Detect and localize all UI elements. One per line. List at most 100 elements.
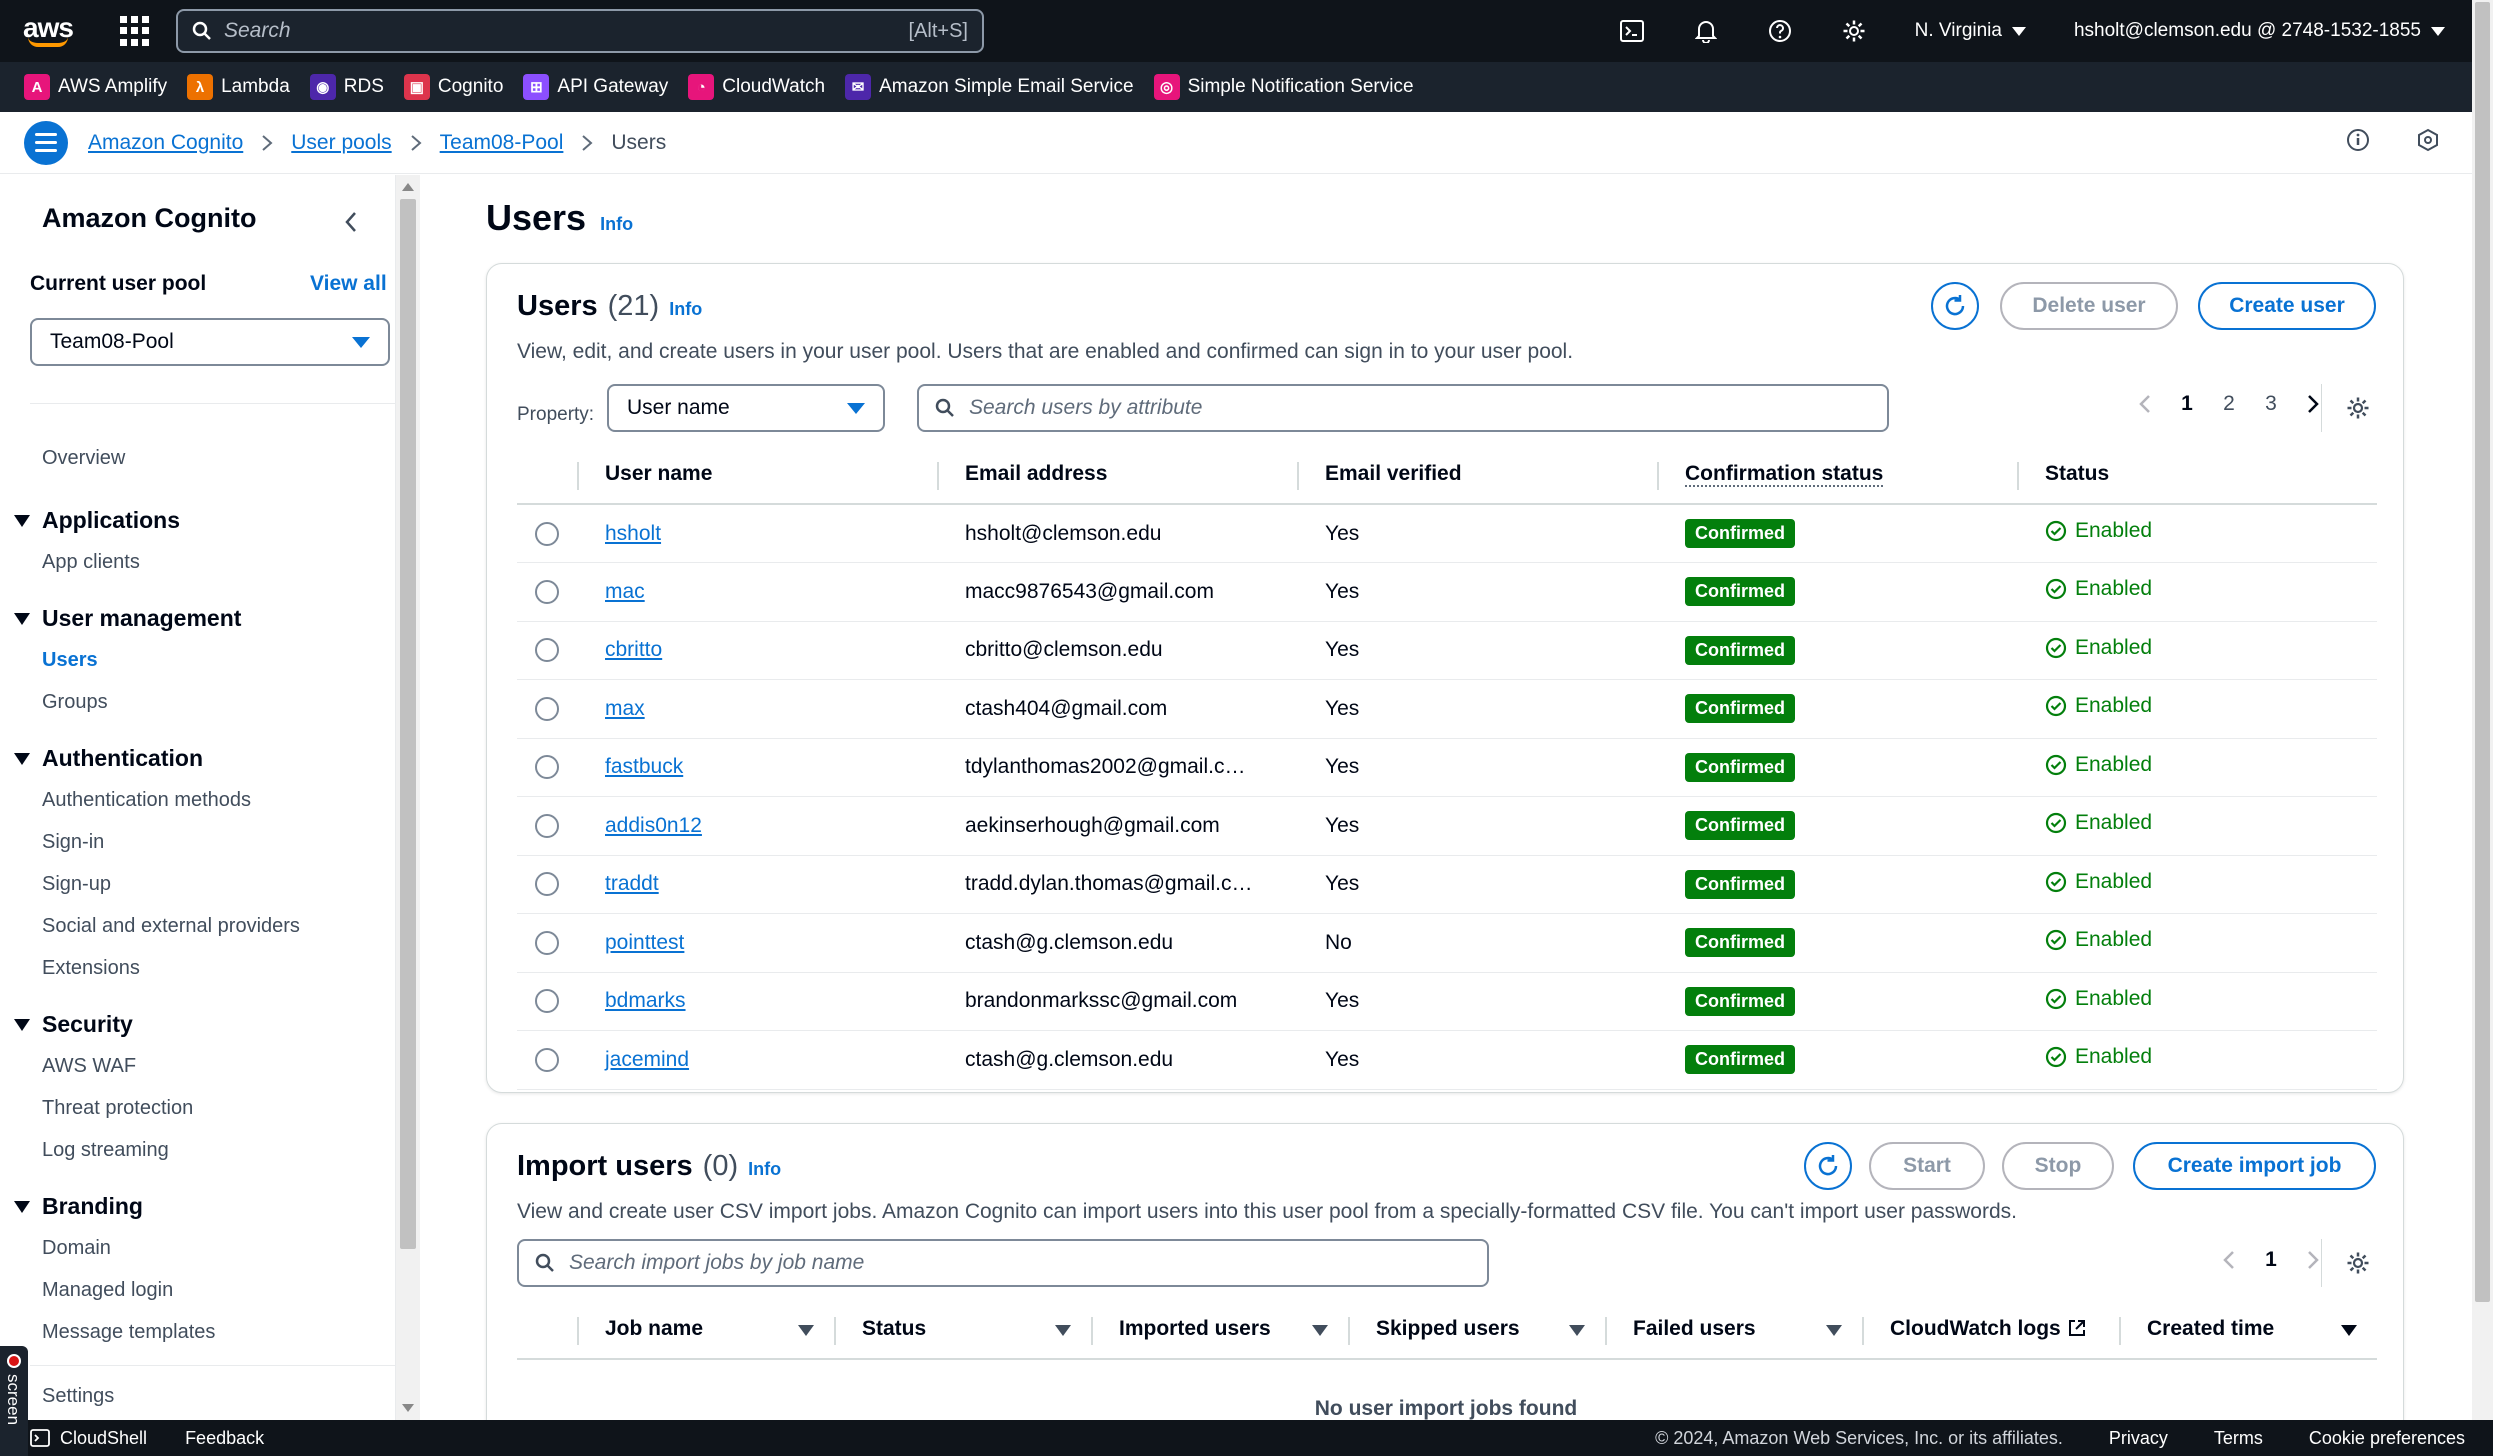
row-radio[interactable] (535, 989, 559, 1014)
sidebar-item-sign-up[interactable]: Sign-up (42, 873, 111, 896)
start-import-button[interactable]: Start (1869, 1142, 1985, 1190)
next-page-button[interactable] (2292, 394, 2334, 414)
username-link[interactable]: cbritto (605, 638, 662, 661)
sidebar-section-branding[interactable]: Branding (14, 1193, 143, 1220)
sidebar-section-user-management[interactable]: User management (14, 605, 241, 632)
username-link[interactable]: mac (605, 580, 645, 603)
table-row[interactable]: pointtest ctash@g.clemson.edu No Confirmed E… (517, 913, 2377, 973)
cookie-preferences-link[interactable]: Cookie preferences (2309, 1428, 2465, 1449)
favorite-api-gateway[interactable]: ⊞ API Gateway (523, 74, 668, 100)
favorite-simple-notification-service[interactable]: ◎ Simple Notification Service (1153, 74, 1414, 100)
favorite-lambda[interactable]: λ Lambda (187, 74, 290, 100)
sidebar-item-groups[interactable]: Groups (42, 691, 108, 714)
row-radio[interactable] (535, 813, 559, 838)
feedback-link[interactable]: Feedback (185, 1428, 264, 1449)
sidebar-item-message-templates[interactable]: Message templates (42, 1321, 215, 1344)
prev-page-button[interactable] (2208, 1250, 2250, 1270)
sidebar-item-threat-protection[interactable]: Threat protection (42, 1097, 193, 1120)
table-row[interactable]: fastbuck tdylanthomas2002@gmail.c… Yes Conf… (517, 738, 2377, 797)
username-link[interactable]: bdmarks (605, 989, 686, 1012)
column-header-job-name[interactable]: Job name (577, 1299, 834, 1360)
breadcrumb-user-pools[interactable]: User pools (291, 131, 391, 155)
breadcrumb-amazon-cognito[interactable]: Amazon Cognito (88, 131, 243, 155)
scrollbar-thumb[interactable] (400, 199, 416, 1249)
sidebar-item-extensions[interactable]: Extensions (42, 957, 140, 980)
column-header-email-verified[interactable]: Email verified (1297, 444, 1657, 505)
search-users-input[interactable]: Search users by attribute (917, 384, 1889, 432)
sidebar-section-security[interactable]: Security (14, 1011, 133, 1038)
cloudshell-button[interactable] (1595, 0, 1669, 62)
page-1-button[interactable]: 1 (2166, 392, 2208, 416)
table-row[interactable]: cbritto cbritto@clemson.edu Yes Confirmed En… (517, 621, 2377, 680)
account-menu[interactable]: hsholt@clemson.edu @ 2748-1532-1855 (2050, 20, 2493, 42)
favorite-aws-amplify[interactable]: A AWS Amplify (24, 74, 167, 100)
favorite-amazon-simple-email-service[interactable]: ✉ Amazon Simple Email Service (845, 74, 1134, 100)
next-page-button[interactable] (2292, 1250, 2334, 1270)
property-select[interactable]: User name (607, 384, 885, 432)
favorite-rds[interactable]: ◉ RDS (309, 74, 384, 100)
table-row[interactable]: traddt tradd.dylan.thomas@gmail.c… Yes Conf… (517, 855, 2377, 914)
username-link[interactable]: pointtest (605, 931, 684, 954)
info-panel-button[interactable] (2346, 128, 2370, 158)
row-radio[interactable] (535, 755, 559, 780)
sidebar-section-authentication[interactable]: Authentication (14, 745, 203, 772)
import-preferences-button[interactable] (2346, 1251, 2370, 1281)
username-link[interactable]: addis0n12 (605, 814, 702, 837)
sidebar-item-aws-waf[interactable]: AWS WAF (42, 1055, 136, 1078)
privacy-link[interactable]: Privacy (2109, 1428, 2168, 1449)
page-1-button[interactable]: 1 (2250, 1248, 2292, 1272)
scrollbar-thumb[interactable] (2475, 2, 2490, 1302)
row-radio[interactable] (535, 1047, 559, 1072)
stop-import-button[interactable]: Stop (2002, 1142, 2114, 1190)
collapse-sidebar-button[interactable] (344, 211, 358, 239)
table-row[interactable]: mac macc9876543@gmail.com Yes Confirmed Enab… (517, 562, 2377, 622)
row-radio[interactable] (535, 872, 559, 897)
column-header-status[interactable]: Status (2017, 444, 2377, 505)
column-header-username[interactable]: User name (577, 444, 937, 505)
page-info-link[interactable]: Info (600, 214, 633, 235)
table-row[interactable]: bdmarks brandonmarkssc@gmail.com Yes Confir… (517, 972, 2377, 1031)
page-3-button[interactable]: 3 (2250, 392, 2292, 416)
favorite-cognito[interactable]: ▣ Cognito (403, 74, 503, 100)
sidebar-item-log-streaming[interactable]: Log streaming (42, 1139, 169, 1162)
refresh-import-button[interactable] (1804, 1142, 1852, 1190)
username-link[interactable]: fastbuck (605, 755, 683, 778)
sidebar-item-domain[interactable]: Domain (42, 1237, 111, 1260)
table-row[interactable]: max ctash404@gmail.com Yes Confirmed Enabled (517, 679, 2377, 739)
notifications-button[interactable] (1669, 0, 1743, 62)
sidebar-item-app-clients[interactable]: App clients (42, 551, 140, 574)
delete-user-button[interactable]: Delete user (2000, 282, 2178, 330)
search-import-jobs-input[interactable]: Search import jobs by job name (517, 1239, 1489, 1287)
prev-page-button[interactable] (2124, 394, 2166, 414)
username-link[interactable]: jacemind (605, 1048, 689, 1071)
column-header-created-time[interactable]: Created time (2119, 1299, 2377, 1360)
users-info-link[interactable]: Info (669, 299, 702, 320)
menu-toggle-button[interactable] (24, 120, 68, 165)
row-radio[interactable] (535, 696, 559, 721)
column-header-failed-users[interactable]: Failed users (1605, 1299, 1862, 1360)
table-row[interactable]: addis0n12 aekinserhough@gmail.com Yes Confi… (517, 796, 2377, 856)
sidebar-scrollbar[interactable] (396, 175, 420, 1420)
table-row[interactable]: hsholt hsholt@clemson.edu Yes Confirmed Enab… (517, 504, 2377, 563)
view-all-pools-link[interactable]: View all (310, 272, 387, 296)
sidebar-item-managed-login[interactable]: Managed login (42, 1279, 173, 1302)
favorite-cloudwatch[interactable]: ◔ CloudWatch (688, 74, 825, 100)
row-radio[interactable] (535, 930, 559, 955)
sidebar-item-social-and-external-providers[interactable]: Social and external providers (42, 915, 300, 938)
row-radio[interactable] (535, 579, 559, 604)
sidebar-item-overview[interactable]: Overview (42, 447, 125, 470)
page-scrollbar[interactable] (2472, 0, 2493, 1420)
row-radio[interactable] (535, 638, 559, 663)
user-pool-select[interactable]: Team08-Pool (30, 318, 390, 366)
cloudshell-footer-button[interactable]: CloudShell (30, 1428, 147, 1449)
settings-button[interactable] (1817, 0, 1891, 62)
terms-link[interactable]: Terms (2214, 1428, 2263, 1449)
column-header-imported-users[interactable]: Imported users (1091, 1299, 1348, 1360)
page-2-button[interactable]: 2 (2208, 392, 2250, 416)
sidebar-section-applications[interactable]: Applications (14, 507, 180, 534)
username-link[interactable]: hsholt (605, 522, 661, 545)
sidebar-item-sign-in[interactable]: Sign-in (42, 831, 104, 854)
username-link[interactable]: traddt (605, 872, 659, 895)
tools-panel-button[interactable] (2416, 128, 2440, 158)
region-selector[interactable]: N. Virginia (1891, 20, 2050, 42)
